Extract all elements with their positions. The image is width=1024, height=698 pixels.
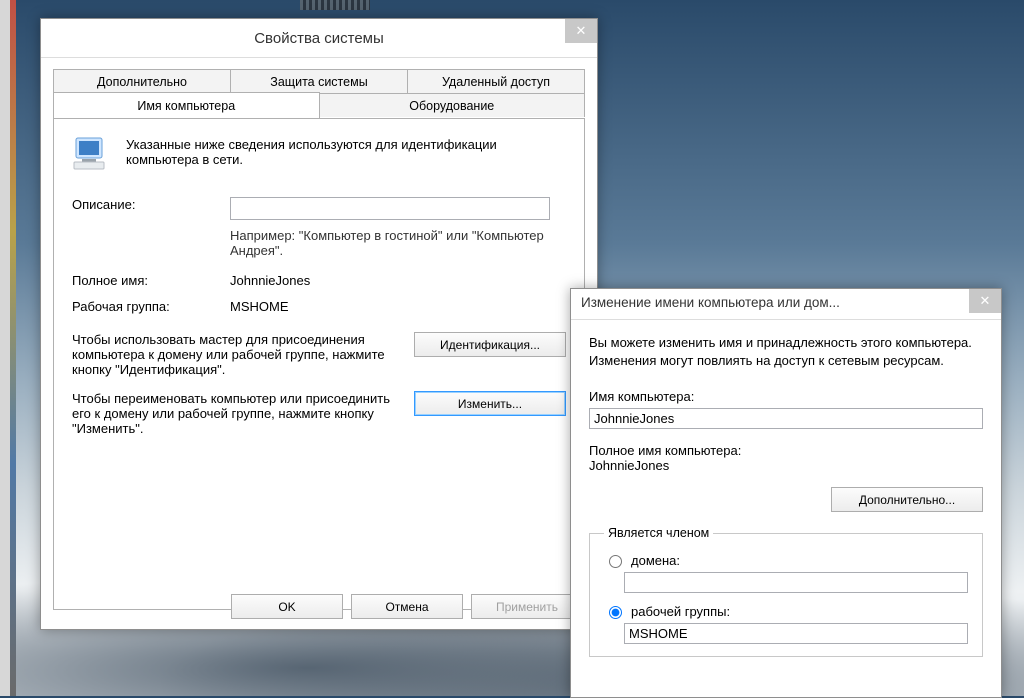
close-icon[interactable]: ✕ — [969, 289, 1001, 313]
change-button[interactable]: Изменить... — [414, 391, 566, 416]
description-hint: Например: "Компьютер в гостиной" или "Ко… — [230, 228, 566, 258]
tab-hardware[interactable]: Оборудование — [320, 93, 586, 117]
apply-button[interactable]: Применить — [471, 594, 583, 619]
tab-remote[interactable]: Удаленный доступ — [408, 69, 585, 93]
fullname-label: Полное имя компьютера: — [589, 443, 983, 458]
tab-page-computer-name: Указанные ниже сведения используются для… — [53, 118, 585, 610]
window-title: Изменение имени компьютера или дом... — [581, 295, 840, 310]
page-edge — [0, 0, 10, 696]
window-title: Свойства системы — [254, 30, 384, 47]
domain-radio-label: домена: — [631, 553, 680, 568]
close-icon[interactable]: ✕ — [565, 19, 597, 43]
computer-icon — [72, 135, 112, 176]
tab-computer-name[interactable]: Имя компьютера — [53, 92, 320, 118]
rename-text: Чтобы переименовать компьютер или присое… — [72, 391, 404, 436]
tab-system-protection[interactable]: Защита системы — [231, 69, 408, 93]
description-label: Описание: — [72, 194, 230, 212]
workgroup-radio[interactable]: рабочей группы: — [604, 603, 968, 619]
domain-radio[interactable]: домена: — [604, 552, 968, 568]
workgroup-radio-label: рабочей группы: — [631, 604, 730, 619]
fullname-label: Полное имя: — [72, 270, 230, 288]
description-input[interactable] — [230, 197, 550, 220]
cancel-button[interactable]: Отмена — [351, 594, 463, 619]
wizard-text: Чтобы использовать мастер для присоедине… — [72, 332, 404, 377]
fullname-value: JohnnieJones — [230, 270, 566, 288]
identify-button[interactable]: Идентификация... — [414, 332, 566, 357]
titlebar[interactable]: Изменение имени компьютера или дом... ✕ — [571, 289, 1001, 320]
ok-button[interactable]: OK — [231, 594, 343, 619]
workgroup-radio-input[interactable] — [609, 606, 622, 619]
titlebar[interactable]: Свойства системы ✕ — [41, 19, 597, 58]
computer-name-input[interactable] — [589, 408, 983, 429]
change-name-domain-window: Изменение имени компьютера или дом... ✕ … — [570, 288, 1002, 698]
workgroup-input[interactable] — [624, 623, 968, 644]
more-button[interactable]: Дополнительно... — [831, 487, 983, 512]
workgroup-value: MSHOME — [230, 296, 566, 314]
workgroup-label: Рабочая группа: — [72, 296, 230, 314]
domain-radio-input[interactable] — [609, 555, 622, 568]
domain-input — [624, 572, 968, 593]
member-of-group: Является членом домена: рабочей группы: — [589, 526, 983, 657]
fullname-value: JohnnieJones — [589, 458, 983, 473]
tab-advanced[interactable]: Дополнительно — [53, 69, 231, 93]
system-properties-window: Свойства системы ✕ Дополнительно Защита … — [40, 18, 598, 630]
header-fragment — [300, 0, 370, 10]
intro-text: Указанные ниже сведения используются для… — [126, 135, 566, 176]
intro-text: Вы можете изменить имя и принадлежность … — [589, 334, 983, 369]
member-legend: Является членом — [604, 526, 713, 540]
page-edge-strip — [10, 0, 16, 696]
tab-control: Дополнительно Защита системы Удаленный д… — [41, 58, 597, 610]
dialog-footer: OK Отмена Применить — [231, 594, 583, 619]
computer-name-label: Имя компьютера: — [589, 389, 983, 404]
